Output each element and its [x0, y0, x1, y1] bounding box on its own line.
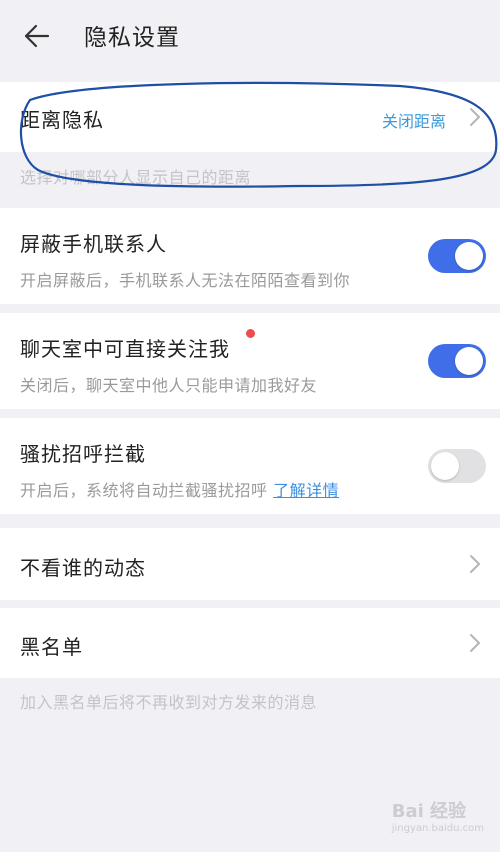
block-contacts-row: 屏蔽手机联系人 开启屏蔽后，手机联系人无法在陌陌查看到你 — [0, 208, 500, 304]
learn-more-link[interactable]: 了解详情 — [273, 481, 339, 500]
chevron-right-icon — [470, 108, 480, 126]
watermark-brand: Bai 经验 — [391, 801, 467, 822]
toggle-knob — [455, 242, 483, 270]
block-contacts-label: 屏蔽手机联系人 — [20, 232, 167, 256]
page-title: 隐私设置 — [84, 25, 180, 51]
harass-block-label: 骚扰招呼拦截 — [20, 442, 146, 466]
chatroom-follow-description: 关闭后，聊天室中他人只能申请加我好友 — [20, 376, 318, 395]
toggle-knob — [431, 452, 459, 480]
chatroom-follow-row: 聊天室中可直接关注我 关闭后，聊天室中他人只能申请加我好友 — [0, 313, 500, 409]
harass-block-description-text: 开启后，系统将自动拦截骚扰招呼 — [20, 481, 268, 500]
hide-feeds-row[interactable]: 不看谁的动态 — [0, 528, 500, 600]
blacklist-note: 加入黑名单后将不再收到对方发来的消息 — [20, 693, 318, 712]
block-contacts-description: 开启屏蔽后，手机联系人无法在陌陌查看到你 — [20, 271, 351, 290]
distance-privacy-value: 关闭距离 — [382, 112, 447, 131]
back-arrow-icon[interactable] — [20, 20, 56, 52]
harass-block-row: 骚扰招呼拦截 开启后，系统将自动拦截骚扰招呼 了解详情 — [0, 418, 500, 514]
distance-privacy-note: 选择对哪部分人显示自己的距离 — [20, 168, 252, 187]
toggle-knob — [455, 347, 483, 375]
harass-block-description: 开启后，系统将自动拦截骚扰招呼 了解详情 — [20, 477, 339, 501]
chatroom-follow-toggle[interactable] — [428, 344, 486, 378]
watermark-url: jingyan.baidu.com — [391, 823, 484, 834]
distance-privacy-row[interactable]: 距离隐私 关闭距离 — [0, 82, 500, 152]
chatroom-follow-label: 聊天室中可直接关注我 — [20, 337, 230, 361]
harass-block-toggle[interactable] — [428, 449, 486, 483]
baidu-watermark-logo: Bai 经验 jingyan.baidu.com — [392, 797, 484, 834]
chevron-right-icon — [470, 634, 480, 652]
block-contacts-toggle[interactable] — [428, 239, 486, 273]
distance-privacy-label: 距离隐私 — [20, 108, 104, 132]
blacklist-label: 黑名单 — [20, 635, 83, 659]
new-badge-dot — [246, 329, 255, 338]
top-bar: 隐私设置 — [0, 0, 500, 72]
hide-feeds-label: 不看谁的动态 — [20, 556, 146, 580]
chevron-right-icon — [470, 555, 480, 573]
blacklist-row[interactable]: 黑名单 — [0, 608, 500, 678]
